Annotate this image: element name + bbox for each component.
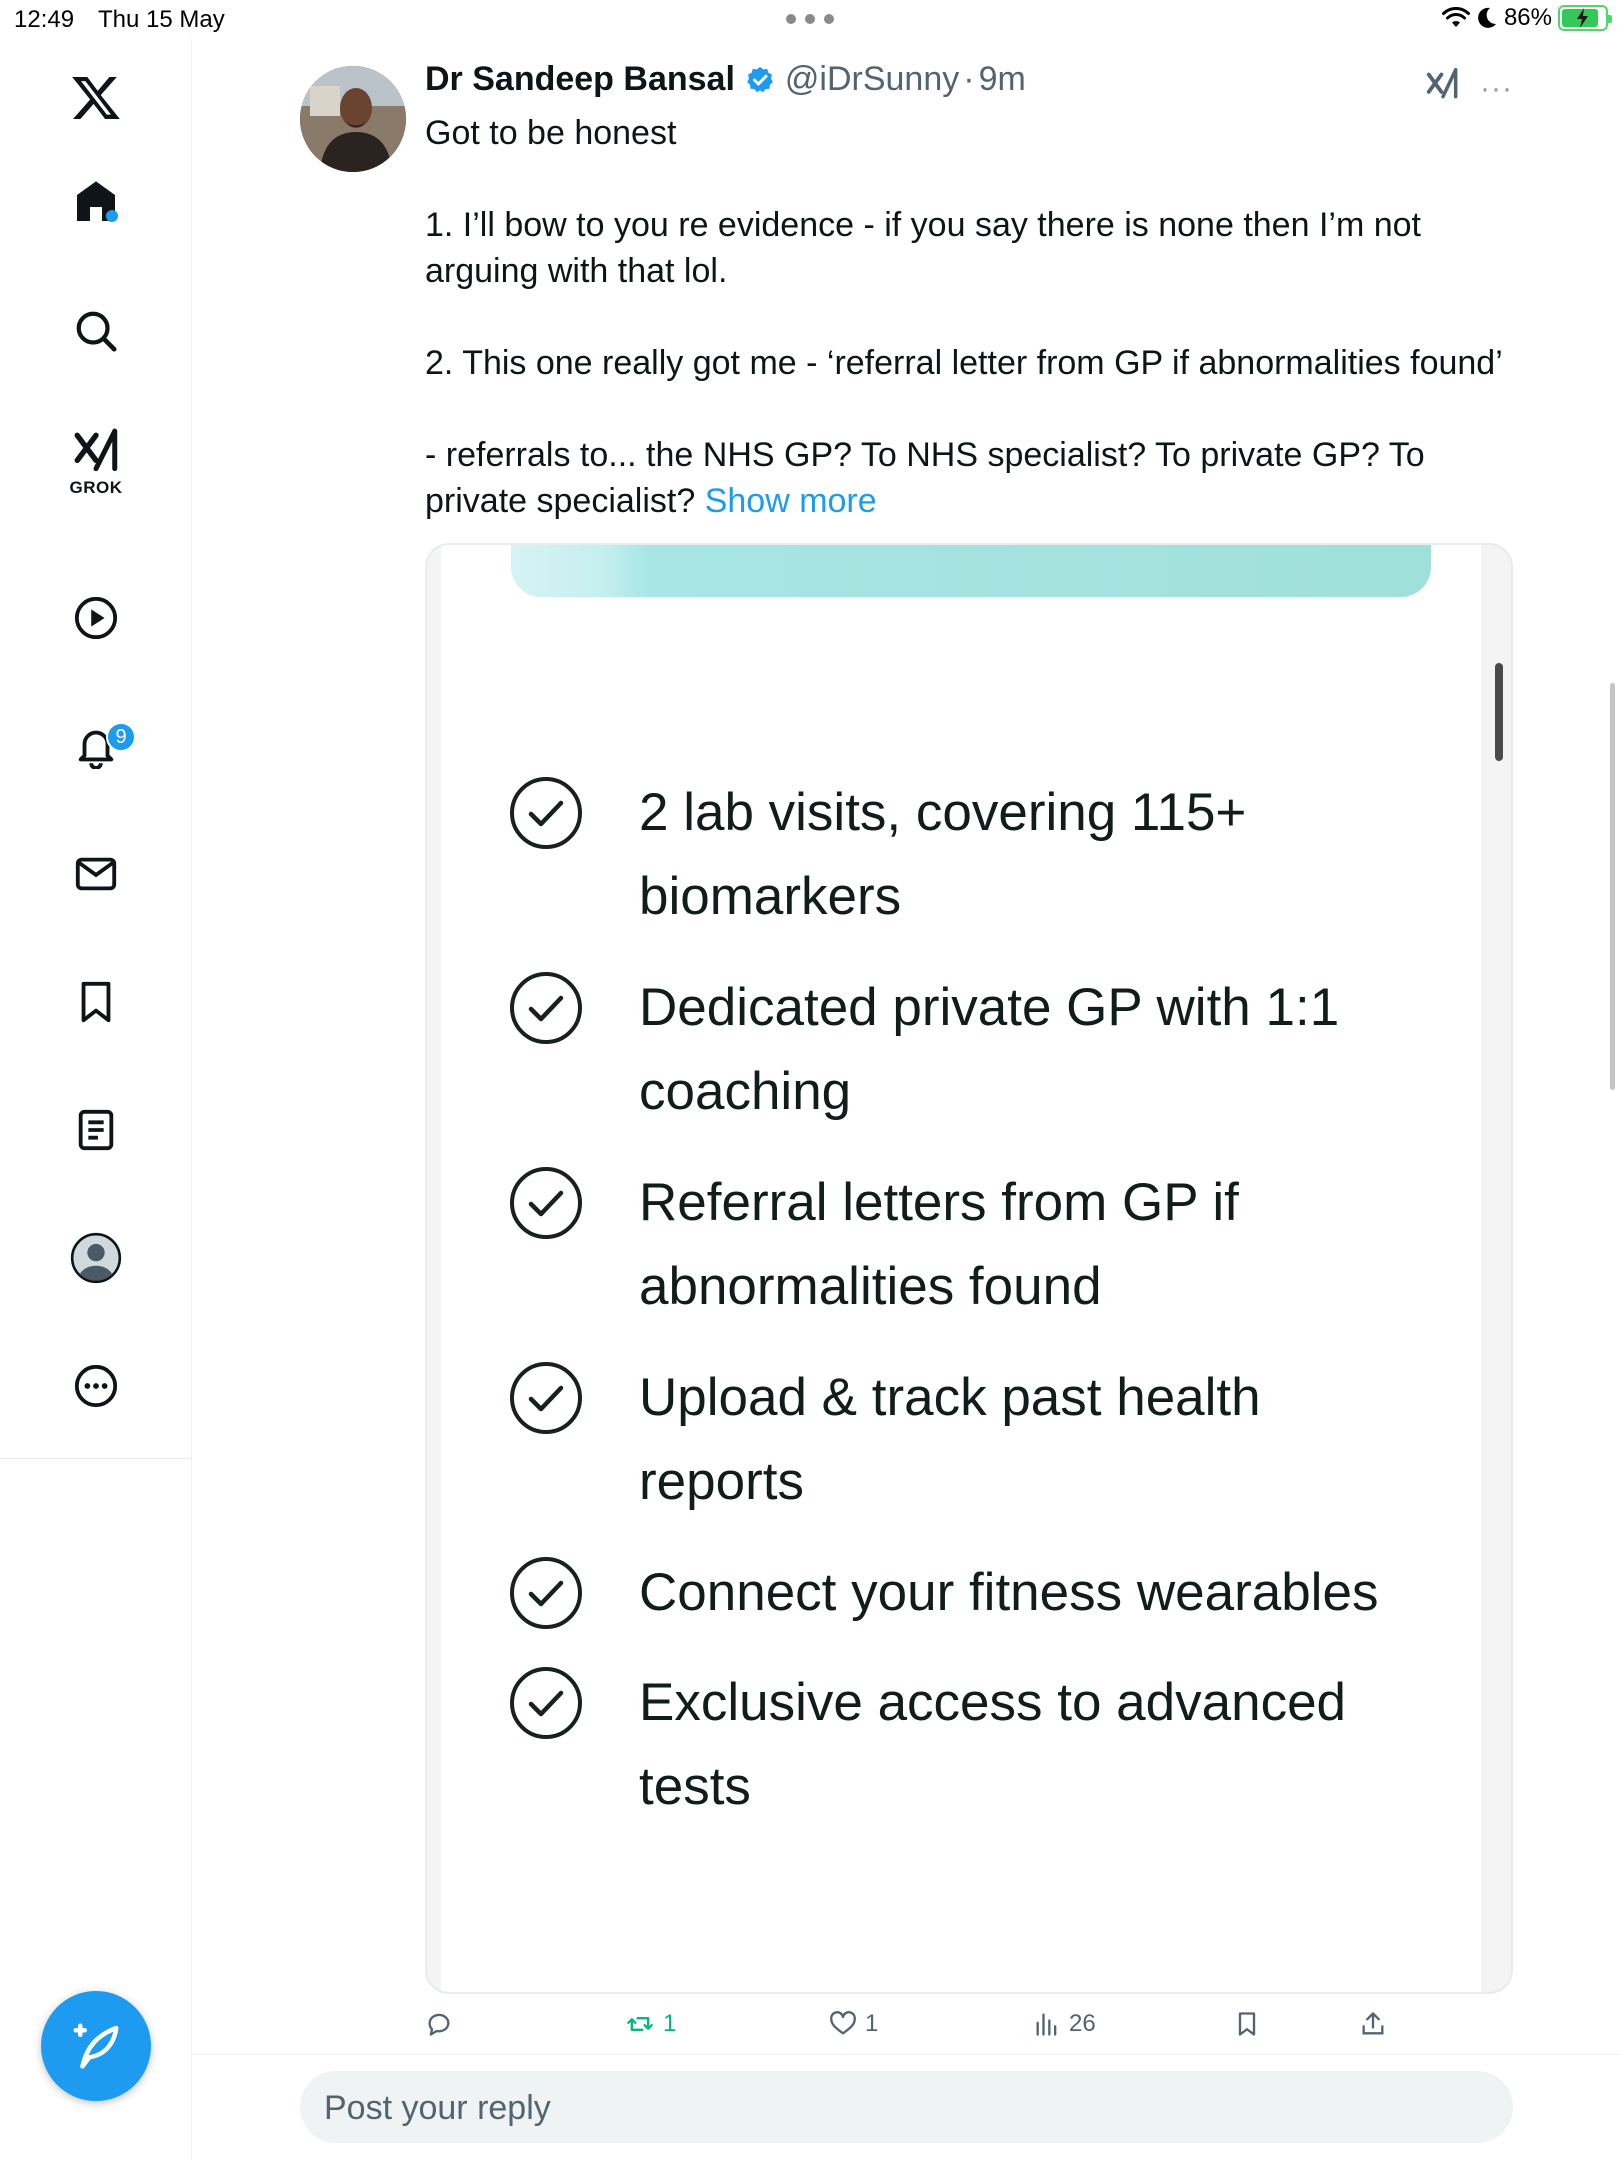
feature-item: Dedicated private GP with 1:1 coaching [509, 966, 1419, 1134]
teal-banner [511, 545, 1431, 597]
reply-button[interactable] [425, 2010, 453, 2038]
home-unread-dot [106, 210, 118, 222]
tweet-line: arguing with that lol. [425, 252, 728, 290]
check-circle-icon [510, 1557, 582, 1629]
feature-line: Connect your fitness wearables [639, 1563, 1379, 1622]
feature-item: Upload & track past health reports [509, 1356, 1419, 1524]
page-scrollbar[interactable] [1610, 683, 1615, 1090]
more-options-icon[interactable] [66, 1356, 126, 1416]
wifi-icon [1441, 7, 1470, 27]
header-separator: · [963, 60, 975, 98]
tweet-line-text: private specialist? [425, 482, 696, 520]
feature-item: Connect your fitness wearables [509, 1551, 1419, 1635]
search-icon[interactable] [66, 301, 126, 361]
feature-line: biomarkers [639, 867, 902, 926]
status-date: Thu 15 May [98, 6, 225, 33]
reply-placeholder: Post your reply [324, 2089, 551, 2127]
repost-icon [627, 2017, 653, 2031]
reply-input[interactable]: Post your reply [300, 2071, 1513, 2143]
sidebar-divider [0, 1458, 192, 1459]
grok-explain-icon[interactable] [1424, 64, 1462, 104]
feature-text: Referral letters from GP if abnormalities… [639, 1161, 1419, 1329]
compose-feather-icon [73, 2023, 119, 2069]
like-count: 1 [865, 2010, 879, 2037]
x-logo-icon[interactable] [66, 68, 126, 128]
check-circle-icon [510, 1362, 582, 1434]
tweet-line: 2. This one really got me - ‘referral le… [425, 344, 1503, 382]
feature-item: 2 lab visits, covering 115+ biomarkers [509, 771, 1419, 939]
tweet-actions: 1 1 26 [425, 2010, 1525, 2052]
sidebar: GROK 9 [0, 38, 192, 2160]
tweet-timestamp[interactable]: 9m [979, 60, 1026, 99]
tweet-line: - referrals to... the NHS GP? To NHS spe… [425, 436, 1425, 474]
share-button[interactable] [1359, 2010, 1387, 2038]
status-bar: 12:49 Thu 15 May 86% [0, 0, 1620, 38]
feature-item: Exclusive access to advanced tests [509, 1661, 1419, 1829]
repost-count: 1 [663, 2010, 677, 2037]
tweet-line-last: private specialist? Show more [425, 478, 1525, 524]
check-circle-icon [510, 1667, 582, 1739]
image-scrollbar [1495, 663, 1503, 761]
grok-icon[interactable] [66, 422, 126, 482]
battery-icon [1558, 5, 1612, 31]
feature-text: 2 lab visits, covering 115+ biomarkers [639, 771, 1419, 939]
bookmark-icon[interactable] [66, 972, 126, 1032]
moon-icon [1478, 7, 1496, 28]
views-button[interactable]: 26 [1033, 2010, 1096, 2038]
grok-label: GROK [69, 478, 123, 497]
feature-line: abnormalities found [639, 1257, 1102, 1316]
tweet-media-image[interactable]: 2 lab visits, covering 115+ biomarkers Ded… [425, 543, 1513, 1994]
author-avatar[interactable] [300, 66, 406, 172]
analytics-icon [1036, 2013, 1057, 2036]
feature-text: Connect your fitness wearables [639, 1551, 1419, 1635]
messages-envelope-icon[interactable] [66, 844, 126, 904]
repost-button[interactable]: 1 [625, 2010, 676, 2038]
video-icon[interactable] [66, 588, 126, 648]
feature-line: Exclusive access to advanced [639, 1673, 1347, 1732]
feature-text: Upload & track past health reports [639, 1356, 1419, 1524]
heart-icon [830, 2011, 856, 2035]
verified-badge-icon [747, 66, 773, 92]
feature-text: Dedicated private GP with 1:1 coaching [639, 966, 1419, 1134]
status-indicators: 86% [1441, 4, 1612, 32]
reply-icon [428, 2013, 450, 2036]
author-name[interactable]: Dr Sandeep Bansal [425, 60, 735, 99]
battery-percent: 86% [1503, 4, 1552, 31]
feature-line: 2 lab visits, covering 115+ [639, 783, 1247, 842]
feature-item: Referral letters from GP if abnormalities… [509, 1161, 1419, 1329]
feature-line: tests [639, 1757, 751, 1816]
bookmark-icon [1238, 2012, 1256, 2036]
lists-icon[interactable] [66, 1100, 126, 1160]
share-icon [1362, 2012, 1384, 2035]
feature-line: Dedicated private GP with 1:1 [639, 978, 1340, 1037]
feature-line: Referral letters from GP if [639, 1173, 1239, 1232]
status-time: 12:49 [14, 6, 75, 33]
home-icon[interactable] [66, 172, 126, 232]
author-handle[interactable]: @iDrSunny [785, 60, 959, 99]
check-circle-icon [510, 972, 582, 1044]
feature-line: reports [639, 1452, 804, 1511]
profile-avatar-icon[interactable] [66, 1228, 126, 1288]
tweet-line: 1. I’ll bow to you re evidence - if you … [425, 206, 1421, 244]
like-button[interactable]: 1 [829, 2010, 878, 2038]
tweet-text: Got to be honest 1. I’ll bow to you re e… [425, 110, 1525, 524]
notifications-badge: 9 [106, 722, 136, 752]
views-count: 26 [1069, 2010, 1096, 2037]
tweet-line: Got to be honest [425, 114, 677, 152]
multitasking-dots[interactable] [786, 14, 834, 24]
feature-text: Exclusive access to advanced tests [639, 1661, 1419, 1829]
tweet-header: Dr Sandeep Bansal @iDrSunny · 9m [425, 60, 1026, 99]
feature-line: Upload & track past health [639, 1368, 1261, 1427]
actions-divider [192, 2054, 1620, 2055]
bookmark-button[interactable] [1233, 2010, 1261, 2038]
compose-post-button[interactable] [41, 1991, 151, 2101]
tweet-more-menu[interactable]: ··· [1480, 72, 1513, 106]
check-circle-icon [510, 1167, 582, 1239]
feature-line: coaching [639, 1062, 852, 1121]
show-more-link[interactable]: Show more [705, 482, 877, 520]
check-circle-icon [510, 777, 582, 849]
